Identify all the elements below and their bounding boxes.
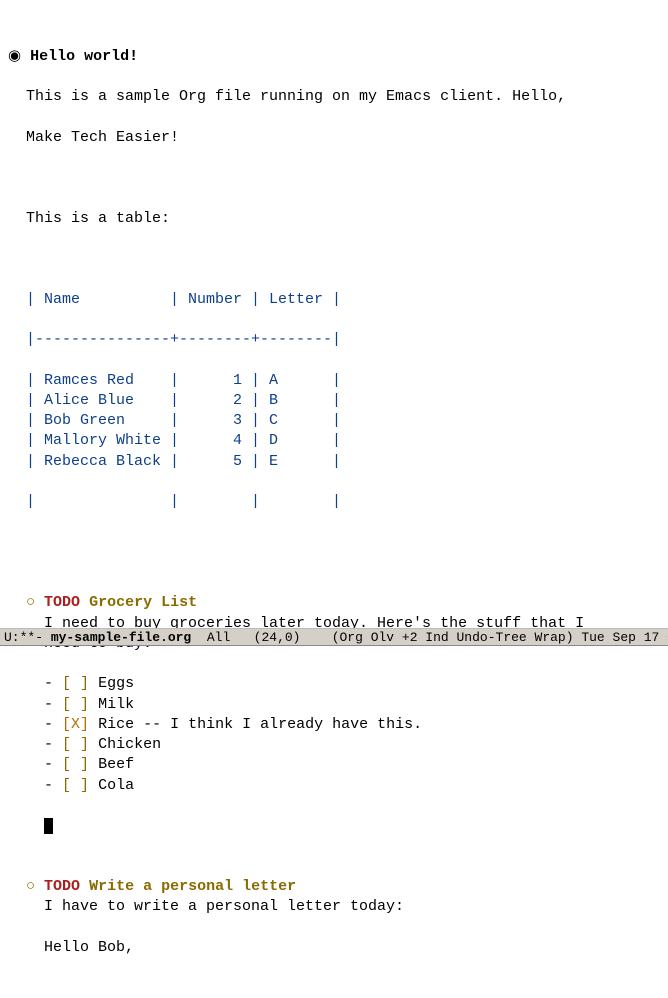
table-header: | Name | Number | Letter |	[8, 290, 660, 310]
checklist-item[interactable]: - [ ] Milk	[8, 695, 660, 715]
heading-1[interactable]: ◉ Hello world!	[8, 47, 660, 67]
checkbox-icon[interactable]: [ ]	[62, 736, 89, 753]
paragraph-line: This is a sample Org file running on my …	[8, 87, 660, 107]
paragraph-line: I have to write a personal letter today:	[8, 897, 660, 917]
checklist-item[interactable]: - [ ] Cola	[8, 776, 660, 796]
modeline-modes: (Org Olv +2 Ind Undo-Tree Wrap) Tue Sep …	[332, 629, 668, 645]
heading-2[interactable]: ○ TODO Grocery List	[8, 593, 660, 613]
paragraph-line: Make Tech Easier!	[8, 128, 660, 148]
checklist-text: Milk	[98, 696, 134, 713]
checkbox-icon[interactable]: [ ]	[62, 756, 89, 773]
checklist-text: Beef	[98, 756, 134, 773]
checkbox-icon[interactable]: [X]	[62, 716, 89, 733]
modeline-status: U:**-	[4, 629, 51, 645]
paragraph-line: This is a table:	[8, 209, 660, 229]
modeline-position: All (24,0)	[191, 629, 331, 645]
modeline-filename: my-sample-file.org	[51, 629, 191, 645]
list-dash: -	[44, 696, 53, 713]
checklist-text: Rice -- I think I already have this.	[98, 716, 422, 733]
checklist-item[interactable]: - [ ] Chicken	[8, 735, 660, 755]
text-cursor	[44, 818, 53, 834]
table-row: | Alice Blue | 2 | B |	[8, 391, 660, 411]
h2-bullet-icon: ○	[26, 878, 35, 895]
checklist-text: Chicken	[98, 736, 161, 753]
checkbox-icon[interactable]: [ ]	[62, 777, 89, 794]
list-dash: -	[44, 777, 53, 794]
paragraph-line: Hello Bob,	[8, 938, 660, 958]
h2-title: Write a personal letter	[89, 878, 296, 895]
list-dash: -	[44, 675, 53, 692]
checkbox-icon[interactable]: [ ]	[62, 675, 89, 692]
mode-line[interactable]: U:**- my-sample-file.org All (24,0) (Org…	[0, 628, 668, 646]
emacs-buffer[interactable]: ◉ Hello world! This is a sample Org file…	[0, 0, 668, 998]
checkbox-icon[interactable]: [ ]	[62, 696, 89, 713]
table-row: | Bob Green | 3 | C |	[8, 411, 660, 431]
table-empty-row: | | | |	[8, 492, 660, 512]
table-divider: |---------------+--------+--------|	[8, 330, 660, 350]
list-dash: -	[44, 756, 53, 773]
todo-keyword: TODO	[44, 878, 80, 895]
checklist-text: Eggs	[98, 675, 134, 692]
h1-title: Hello world!	[30, 48, 138, 65]
checklist-item[interactable]: - [X] Rice -- I think I already have thi…	[8, 715, 660, 735]
h2-bullet-icon: ○	[26, 594, 35, 611]
list-dash: -	[44, 736, 53, 753]
table-row: | Ramces Red | 1 | A |	[8, 371, 660, 391]
h1-bullet-icon: ◉	[8, 48, 21, 65]
todo-keyword: TODO	[44, 594, 80, 611]
heading-2[interactable]: ○ TODO Write a personal letter	[8, 877, 660, 897]
list-dash: -	[44, 716, 53, 733]
table-row: | Rebecca Black | 5 | E |	[8, 452, 660, 472]
cursor-line[interactable]	[8, 816, 660, 836]
table-row: | Mallory White | 4 | D |	[8, 431, 660, 451]
checklist-item[interactable]: - [ ] Beef	[8, 755, 660, 775]
checklist-text: Cola	[98, 777, 134, 794]
h2-title: Grocery List	[89, 594, 197, 611]
checklist-item[interactable]: - [ ] Eggs	[8, 674, 660, 694]
